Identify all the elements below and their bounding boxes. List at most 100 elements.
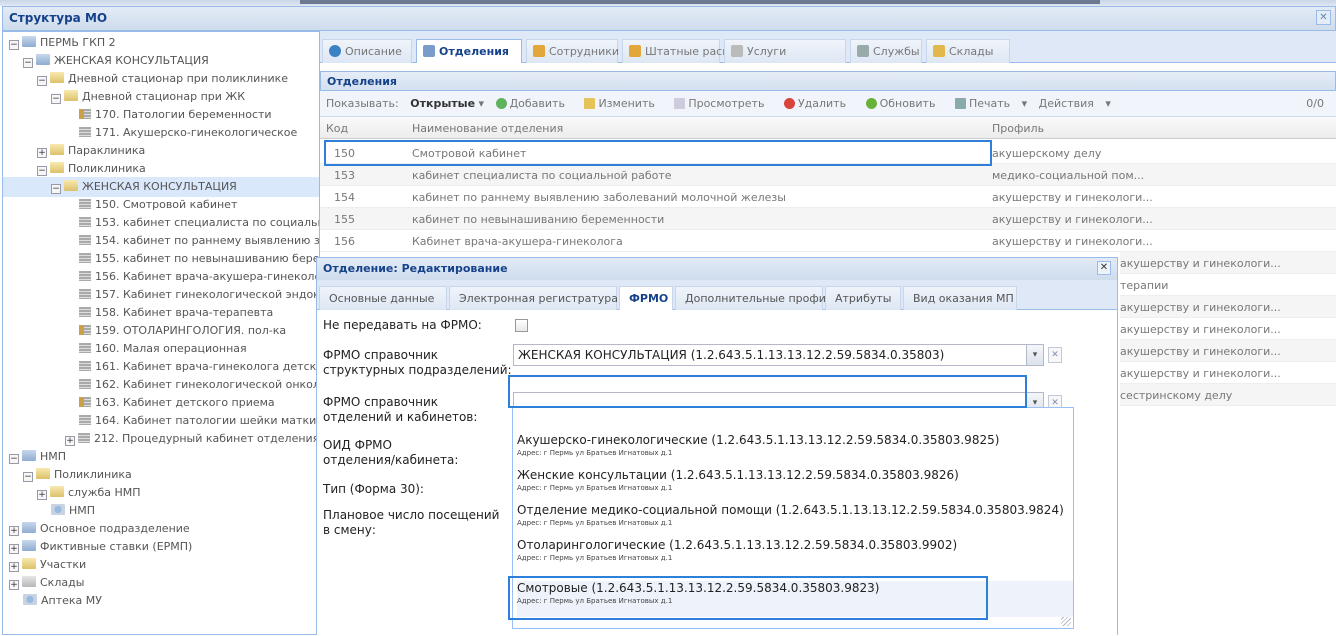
- actions-button[interactable]: Действия ▾: [1039, 97, 1111, 110]
- tree-node[interactable]: 161. Кабинет врача-гинеколога детско: [79, 357, 319, 377]
- tree-node-label: Параклиника: [68, 144, 146, 157]
- tree-node[interactable]: 170. Патологии беременности: [79, 105, 272, 125]
- tab-services[interactable]: Услуги: [724, 39, 846, 63]
- expand-icon[interactable]: +: [9, 562, 19, 572]
- collapse-icon[interactable]: −: [51, 184, 61, 194]
- expand-icon[interactable]: +: [9, 526, 19, 536]
- tree-node[interactable]: + Склады: [9, 573, 84, 593]
- column-code[interactable]: Код: [326, 122, 348, 135]
- dialog-tab[interactable]: Вид оказания МП: [903, 286, 1017, 310]
- tree-node[interactable]: − Дневной стационар при поликлинике: [37, 69, 288, 89]
- tree-node[interactable]: 154. кабинет по раннему выявлению за: [79, 231, 319, 251]
- table-row[interactable]: 154 кабинет по раннему выявлению заболева…: [320, 186, 1336, 208]
- column-profile[interactable]: Профиль: [992, 122, 1044, 135]
- table-row[interactable]: акушерству и гинекологи...: [1120, 252, 1336, 274]
- tree-node[interactable]: + Участки: [9, 555, 86, 575]
- clear-icon[interactable]: ✕: [1048, 347, 1062, 363]
- table-row[interactable]: сестринскому делу: [1120, 384, 1336, 406]
- tree-node[interactable]: − ЖЕНСКАЯ КОНСУЛЬТАЦИЯ: [23, 51, 209, 71]
- table-row[interactable]: 153 кабинет специалиста по социальной раб…: [320, 164, 1336, 186]
- tree-node[interactable]: 159. ОТОЛАРИНГОЛОГИЯ. пол-ка: [79, 321, 286, 341]
- struct-combobox[interactable]: ЖЕНСКАЯ КОНСУЛЬТАЦИЯ (1.2.643.5.1.13.13.…: [513, 344, 1027, 366]
- tree-node[interactable]: − Поликлиника: [37, 159, 146, 179]
- dialog-tab[interactable]: Атрибуты: [825, 286, 901, 310]
- tab-service[interactable]: Службы: [850, 39, 922, 63]
- tab-staff[interactable]: Штатные расписания: [622, 39, 770, 63]
- dropdown-option[interactable]: Женские консультации (1.2.643.5.1.13.13.…: [517, 468, 1073, 504]
- refresh-button[interactable]: Обновить: [865, 97, 944, 110]
- tree-node[interactable]: +212. Процедурный кабинет отделения г: [65, 429, 319, 449]
- tree-node[interactable]: 157. Кабинет гинекологической эндокр: [79, 285, 319, 305]
- tree-node[interactable]: Аптека МУ: [23, 591, 102, 611]
- tree-node[interactable]: − ПЕРМЬ ГКП 2: [9, 33, 116, 53]
- expand-icon[interactable]: +: [37, 148, 47, 158]
- tree-node[interactable]: + Основное подразделение: [9, 519, 190, 539]
- folder-icon: [22, 450, 36, 461]
- tree-node[interactable]: 162. Кабинет гинекологической онколо: [79, 375, 319, 395]
- delete-button[interactable]: Удалить: [783, 97, 854, 110]
- tab-list[interactable]: Отделения: [416, 39, 522, 63]
- table-row[interactable]: акушерству и гинекологи...: [1120, 296, 1336, 318]
- tree-node[interactable]: + Фиктивные ставки (ЕРМП): [9, 537, 192, 557]
- dropdown-option[interactable]: Акушерско-гинекологические (1.2.643.5.1.…: [517, 433, 1073, 469]
- tree-node[interactable]: 163. Кабинет детского приема: [79, 393, 275, 413]
- dialog-tab[interactable]: Основные данные: [319, 286, 447, 310]
- print-button[interactable]: Печать ▾: [954, 97, 1027, 110]
- table-row[interactable]: акушерству и гинекологи...: [1120, 318, 1336, 340]
- table-row[interactable]: акушерству и гинекологи...: [1120, 362, 1336, 384]
- expand-icon[interactable]: +: [65, 436, 75, 446]
- table-row[interactable]: 155 кабинет по невынашиванию беременности…: [320, 208, 1336, 230]
- show-filter[interactable]: Показывать: Открытые ▾: [326, 97, 484, 110]
- tree-node[interactable]: − НМП: [9, 447, 66, 467]
- document-icon: [79, 235, 91, 245]
- tree-node[interactable]: 164. Кабинет патологии шейки матки: [79, 411, 316, 431]
- structure-tree[interactable]: − ПЕРМЬ ГКП 2− ЖЕНСКАЯ КОНСУЛЬТАЦИЯ − Дневно…: [2, 31, 320, 635]
- collapse-icon[interactable]: −: [37, 76, 47, 86]
- dropdown-option[interactable]: Отоларингологические (1.2.643.5.1.13.13.…: [517, 538, 1073, 574]
- tree-node[interactable]: 150. Смотровой кабинет: [79, 195, 237, 215]
- tree-node[interactable]: − Дневной стационар при ЖК: [51, 87, 245, 107]
- tab-users[interactable]: Сотрудники: [526, 39, 619, 63]
- collapse-icon[interactable]: −: [23, 58, 33, 68]
- tab-info[interactable]: Описание: [322, 39, 412, 63]
- table-row[interactable]: 156 Кабинет врача-акушера-гинеколога акуше…: [320, 230, 1336, 252]
- tree-node[interactable]: − Поликлиника: [23, 465, 132, 485]
- dialog-tab[interactable]: Дополнительные профили: [675, 286, 840, 310]
- table-row[interactable]: акушерству и гинекологи...: [1120, 340, 1336, 362]
- folder-icon: [50, 144, 64, 155]
- collapse-icon[interactable]: −: [51, 94, 61, 104]
- tree-node[interactable]: 155. кабинет по невынашиванию берем: [79, 249, 319, 269]
- tree-node-label: Участки: [40, 558, 87, 571]
- tree-node[interactable]: НМП: [51, 501, 95, 521]
- tree-node[interactable]: 160. Малая операционная: [79, 339, 247, 359]
- tree-node[interactable]: 156. Кабинет врача-акушера-гинеколог: [79, 267, 319, 287]
- chevron-down-icon[interactable]: ▾: [1026, 344, 1044, 366]
- add-button[interactable]: Добавить: [495, 97, 573, 110]
- collapse-icon[interactable]: −: [9, 454, 19, 464]
- dropdown-option[interactable]: Отделение медико-социальной помощи (1.2.…: [517, 503, 1073, 539]
- expand-icon[interactable]: +: [37, 490, 47, 500]
- expand-icon[interactable]: +: [9, 544, 19, 554]
- tree-node[interactable]: 153. кабинет специалиста по социальн: [79, 213, 319, 233]
- resize-handle[interactable]: [1061, 616, 1071, 626]
- collapse-icon[interactable]: −: [9, 40, 19, 50]
- column-name[interactable]: Наименование отделения: [412, 122, 563, 135]
- dialog-tab[interactable]: ФРМО: [619, 286, 673, 310]
- tree-node[interactable]: + Параклиника: [37, 141, 145, 161]
- collapse-icon[interactable]: −: [23, 472, 33, 482]
- tab-warehouse[interactable]: Склады: [926, 39, 1010, 63]
- close-icon[interactable]: ✕: [1316, 10, 1331, 25]
- service-icon: [857, 45, 869, 57]
- dialog-tab[interactable]: Электронная регистратура: [449, 286, 618, 310]
- no-send-checkbox[interactable]: [515, 319, 528, 332]
- table-row[interactable]: терапии: [1120, 274, 1336, 296]
- dialog-close-icon[interactable]: ✕: [1097, 261, 1111, 275]
- tree-node[interactable]: − ЖЕНСКАЯ КОНСУЛЬТАЦИЯ: [3, 177, 319, 197]
- edit-button[interactable]: Изменить: [584, 97, 662, 110]
- tree-node[interactable]: 158. Кабинет врача-терапевта: [79, 303, 273, 323]
- tree-node[interactable]: + служба НМП: [37, 483, 141, 503]
- expand-icon[interactable]: +: [9, 580, 19, 590]
- tree-node[interactable]: 171. Акушерско-гинекологическое: [79, 123, 297, 143]
- view-button[interactable]: Просмотреть: [674, 97, 772, 110]
- collapse-icon[interactable]: −: [37, 166, 47, 176]
